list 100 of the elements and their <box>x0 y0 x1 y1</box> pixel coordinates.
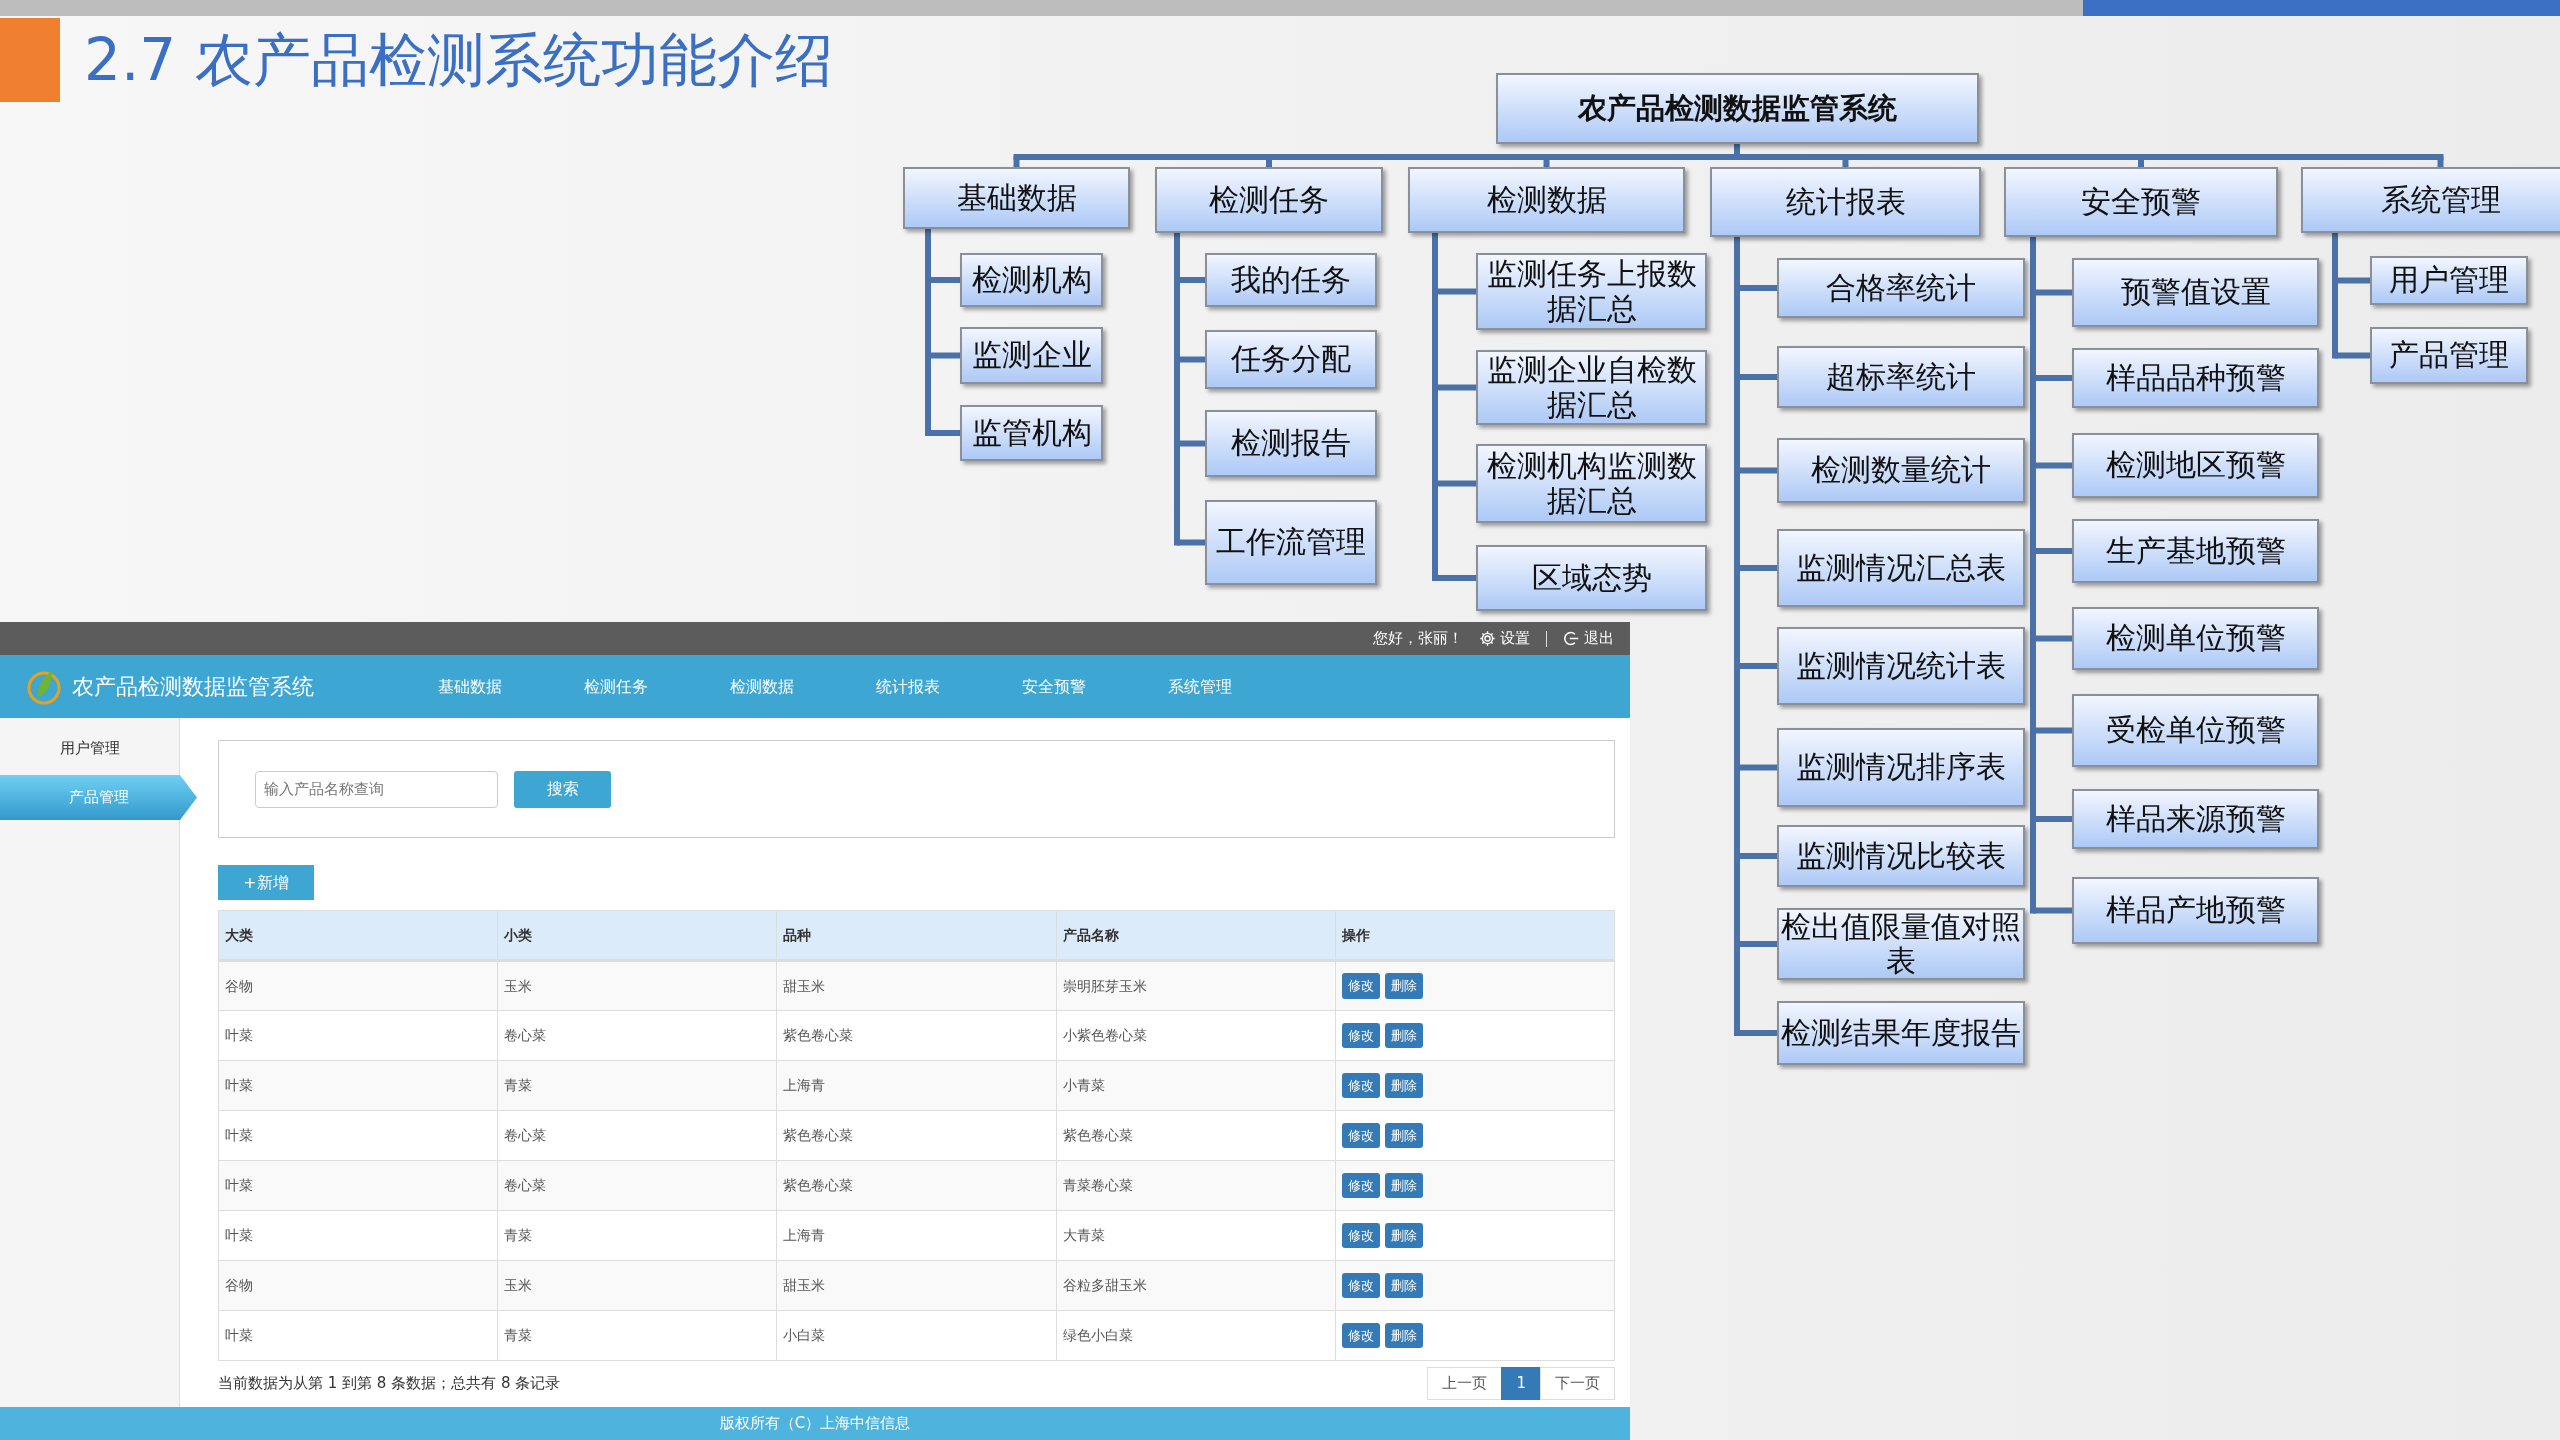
app-title: 农产品检测数据监管系统 <box>72 673 314 701</box>
logout-link[interactable]: 退出 <box>1563 627 1614 650</box>
table-cell: 叶菜 <box>218 1310 498 1361</box>
leaf-node: 超标率统计 <box>1777 346 2025 408</box>
table-cell: 卷心菜 <box>497 1160 777 1211</box>
branch-node: 系统管理 <box>2301 167 2560 233</box>
nav-link[interactable]: 系统管理 <box>1168 674 1314 699</box>
branch-node: 统计报表 <box>1710 167 1981 237</box>
edit-button[interactable]: 修改 <box>1341 1272 1380 1299</box>
leaf-node: 样品品种预警 <box>2072 348 2319 408</box>
search-button[interactable]: 搜索 <box>514 770 611 808</box>
table-cell: 紫色卷心菜 <box>776 1110 1057 1161</box>
table-cell: 叶菜 <box>218 1110 498 1161</box>
leaf-node: 任务分配 <box>1205 330 1377 389</box>
table-cell: 甜玉米 <box>776 960 1057 1011</box>
table-cell: 青菜 <box>497 1310 777 1361</box>
nav-link[interactable]: 统计报表 <box>876 674 1022 699</box>
settings-link[interactable]: 设置 <box>1479 627 1530 650</box>
table-cell: 青菜 <box>497 1210 777 1261</box>
edit-button[interactable]: 修改 <box>1341 1072 1380 1099</box>
table-cell: 叶菜 <box>218 1160 498 1211</box>
delete-button[interactable]: 删除 <box>1384 1272 1423 1299</box>
table-cell: 叶菜 <box>218 1010 498 1061</box>
table-cell: 上海青 <box>776 1210 1057 1261</box>
delete-button[interactable]: 删除 <box>1384 1022 1423 1049</box>
table-cell: 大青菜 <box>1056 1210 1336 1261</box>
table-cell: 紫色卷心菜 <box>776 1160 1057 1211</box>
edit-button[interactable]: 修改 <box>1341 1122 1380 1149</box>
nav-link[interactable]: 检测任务 <box>584 674 730 699</box>
edit-button[interactable]: 修改 <box>1341 1222 1380 1249</box>
leaf-node: 检测机构 <box>960 253 1103 307</box>
leaf-node: 检测地区预警 <box>2072 433 2319 498</box>
table-cell: 上海青 <box>776 1060 1057 1111</box>
edit-button[interactable]: 修改 <box>1341 1022 1380 1049</box>
column-header: 品种 <box>776 910 1057 961</box>
nav-link[interactable]: 基础数据 <box>438 674 584 699</box>
leaf-node: 监测企业自检数据汇总 <box>1476 350 1707 425</box>
table-cell: 小青菜 <box>1056 1060 1336 1111</box>
table-cell: 小紫色卷心菜 <box>1056 1010 1336 1061</box>
record-summary: 当前数据为从第 1 到第 8 条数据；总共有 8 条记录 <box>218 1373 561 1394</box>
nav-link[interactable]: 检测数据 <box>730 674 876 699</box>
edit-button[interactable]: 修改 <box>1341 973 1380 999</box>
copyright-footer: 版权所有（C）上海中信信息 <box>719 1412 911 1435</box>
greeting-text: 您好，张丽！ <box>1373 628 1463 650</box>
page-link[interactable]: 上一页 <box>1427 1367 1503 1400</box>
leaf-node: 产品管理 <box>2370 327 2528 384</box>
table-cell: 玉米 <box>497 1260 777 1311</box>
leaf-node: 监测任务上报数据汇总 <box>1476 253 1707 330</box>
delete-button[interactable]: 删除 <box>1384 1222 1423 1249</box>
leaf-node: 检测单位预警 <box>2072 607 2319 670</box>
table-cell: 崇明胚芽玉米 <box>1056 960 1336 1011</box>
nav-link[interactable]: 安全预警 <box>1022 674 1168 699</box>
delete-button[interactable]: 删除 <box>1384 1322 1423 1349</box>
leaf-node: 检测报告 <box>1205 410 1377 477</box>
root-node: 农产品检测数据监管系统 <box>1496 73 1979 144</box>
table-cell: 卷心菜 <box>497 1110 777 1161</box>
table-cell: 青菜 <box>497 1060 777 1111</box>
table-cell: 青菜卷心菜 <box>1056 1160 1336 1211</box>
table-cell: 绿色小白菜 <box>1056 1310 1336 1361</box>
leaf-node: 预警值设置 <box>2072 258 2319 327</box>
table-cell: 紫色卷心菜 <box>1056 1110 1336 1161</box>
leaf-node: 监测情况排序表 <box>1777 728 2025 807</box>
branch-node: 安全预警 <box>2004 167 2278 237</box>
sidebar-item[interactable]: 产品管理 <box>0 775 197 820</box>
column-header: 产品名称 <box>1056 910 1336 961</box>
edit-button[interactable]: 修改 <box>1341 1172 1380 1199</box>
table-cell: 谷粒多甜玉米 <box>1056 1260 1336 1311</box>
leaf-node: 样品来源预警 <box>2072 789 2319 849</box>
sidebar-item[interactable]: 用户管理 <box>0 726 180 771</box>
table-cell: 叶菜 <box>218 1060 498 1111</box>
leaf-node: 监测企业 <box>960 327 1103 384</box>
page-link[interactable]: 1 <box>1501 1367 1541 1400</box>
column-header: 小类 <box>497 910 777 961</box>
leaf-node: 检测数量统计 <box>1777 438 2025 503</box>
slide-title: 2.7 农产品检测系统功能介绍 <box>84 31 833 89</box>
leaf-node: 我的任务 <box>1205 253 1377 307</box>
leaf-node: 受检单位预警 <box>2072 694 2319 767</box>
logout-icon <box>1563 630 1580 647</box>
search-field[interactable]: 输入产品名称查询 <box>255 770 498 808</box>
leaf-node: 监测情况比较表 <box>1777 825 2025 887</box>
leaf-node: 检测机构监测数据汇总 <box>1476 444 1707 523</box>
table-cell: 小白菜 <box>776 1310 1057 1361</box>
leaf-node: 检出值限量值对照表 <box>1777 908 2025 980</box>
delete-button[interactable]: 删除 <box>1384 1072 1423 1099</box>
branch-node: 检测任务 <box>1155 167 1383 233</box>
leaf-node: 检测结果年度报告 <box>1777 1001 2025 1065</box>
page-link[interactable]: 下一页 <box>1540 1367 1615 1400</box>
edit-button[interactable]: 修改 <box>1341 1322 1380 1349</box>
delete-button[interactable]: 删除 <box>1384 973 1423 999</box>
leaf-node: 区域态势 <box>1476 545 1707 611</box>
delete-button[interactable]: 删除 <box>1384 1172 1423 1199</box>
leaf-node: 样品产地预警 <box>2072 877 2319 944</box>
leaf-node: 生产基地预警 <box>2072 519 2319 583</box>
table-cell: 叶菜 <box>218 1210 498 1261</box>
delete-button[interactable]: 删除 <box>1384 1122 1423 1149</box>
table-cell: 紫色卷心菜 <box>776 1010 1057 1061</box>
table-cell: 谷物 <box>218 1260 498 1311</box>
settings-icon <box>1479 630 1496 647</box>
leaf-node: 监测情况统计表 <box>1777 627 2025 705</box>
add-button[interactable]: +新增 <box>218 865 314 900</box>
